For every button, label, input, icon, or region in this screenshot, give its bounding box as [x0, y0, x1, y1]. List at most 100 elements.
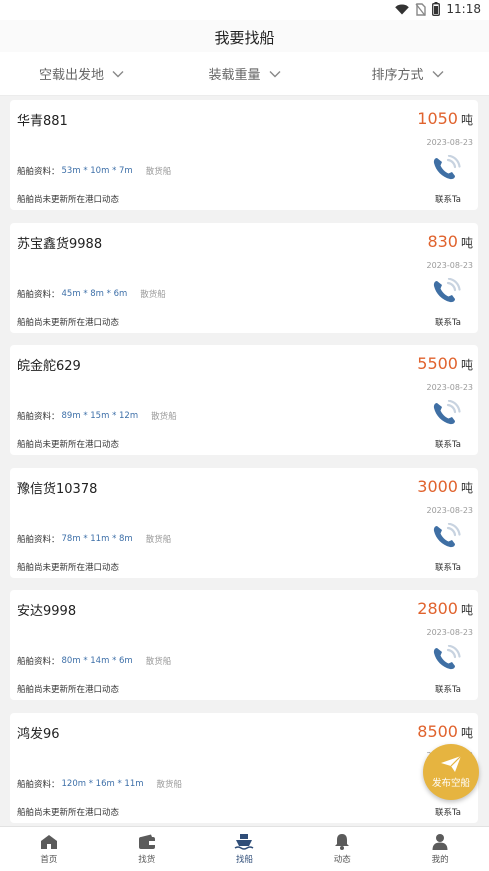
ship-date: 2023-08-23 [426, 505, 474, 515]
filter-departure-label: 空载出发地 [38, 68, 104, 83]
paper-plane-icon [441, 755, 462, 772]
filter-weight-label: 装载重量 [208, 68, 261, 83]
ship-specs: 船舶资料： 89m * 15m * 12m 散货船 [17, 410, 177, 422]
ship-name: 苏宝鑫货9988 [17, 236, 103, 252]
ship-card[interactable]: 皖金舵629 5500 吨 2023-08-23 船舶资料： 89m * 15m * 12… [10, 345, 478, 456]
ship-type: 散货船 [156, 780, 183, 790]
filter-sort-label: 排序方式 [371, 68, 424, 83]
ship-specs: 船舶资料： 80m * 14m * 6m 散货船 [17, 655, 171, 667]
bell-icon [335, 834, 350, 850]
ship-name: 华青881 [17, 114, 68, 129]
ship-port-status: 船舶尚未更新所在港口动态 [17, 440, 120, 451]
phone-icon[interactable] [431, 399, 461, 428]
tab-mine[interactable]: 我的 [391, 827, 489, 871]
ship-weight-value: 8500 [417, 722, 458, 741]
ship-specs: 船舶资料： 120m * 16m * 11m 散货船 [17, 778, 182, 790]
ship-date: 2023-08-23 [426, 628, 474, 638]
ship-weight: 5500 吨 [417, 354, 473, 373]
ship-weight: 3000 吨 [417, 477, 473, 496]
ship-specs-label: 船舶资料： [17, 534, 60, 545]
ship-weight-value: 1050 [417, 109, 458, 128]
ship-card[interactable]: 华青881 1050 吨 2023-08-23 船舶资料： 53m * 10m * 7m 散… [10, 100, 478, 210]
contact-button[interactable]: 联系Ta [435, 561, 461, 573]
ship-specs: 船舶资料： 53m * 10m * 7m 散货船 [17, 165, 171, 177]
battery-icon [432, 2, 441, 16]
ship-weight-unit: 吨 [460, 480, 473, 495]
contact-button[interactable]: 联系Ta [435, 806, 461, 818]
ship-type: 散货船 [151, 412, 177, 423]
wallet-icon [138, 834, 155, 849]
filter-sort[interactable]: 排序方式 [326, 52, 489, 95]
no-sim-icon [415, 2, 427, 16]
ship-type: 散货船 [145, 167, 172, 177]
ship-port-status: 船舶尚未更新所在港口动态 [17, 685, 120, 696]
status-time: 11:18 [446, 2, 481, 16]
ship-weight-value: 830 [427, 231, 458, 251]
ship-card[interactable]: 豫信货10378 3000 吨 2023-08-23 船舶资料： 78m * 11m * … [10, 467, 478, 578]
ship-weight-unit: 吨 [460, 603, 473, 618]
ship-name: 皖金舵629 [17, 359, 81, 375]
ship-card[interactable]: 安达9998 2800 吨 2023-08-23 船舶资料： 80m * 14m * 6m… [10, 590, 478, 701]
ship-weight: 1050 吨 [417, 109, 473, 128]
ship-name: 豫信货10378 [17, 481, 98, 497]
ship-type: 散货船 [145, 534, 172, 545]
contact-button[interactable]: 联系Ta [435, 438, 461, 450]
publish-empty-ship-label: 发布空船 [431, 778, 470, 789]
ship-dimensions: 45m * 8m * 6m [61, 288, 128, 299]
contact-button[interactable]: 联系Ta [435, 193, 461, 205]
ship-specs-label: 船舶资料： [17, 412, 60, 423]
ship-date: 2023-08-23 [426, 260, 474, 270]
wifi-icon [395, 4, 410, 15]
phone-icon[interactable] [431, 154, 461, 183]
tab-find-ship[interactable]: 找船 [196, 827, 294, 871]
ship-specs-label: 船舶资料： [17, 167, 60, 177]
phone-icon[interactable] [431, 277, 461, 306]
tab-home[interactable]: 首页 [0, 827, 98, 871]
ship-specs: 船舶资料： 78m * 11m * 8m 散货船 [17, 533, 171, 545]
ship-date: 2023-08-23 [426, 383, 474, 393]
tab-find-cargo[interactable]: 找货 [98, 827, 196, 871]
ship-weight-value: 2800 [417, 599, 458, 619]
ship-weight: 8500 吨 [417, 722, 473, 741]
chevron-down-icon [432, 70, 443, 77]
page-title: 我要找船 [0, 20, 489, 52]
ship-dimensions: 89m * 15m * 12m [61, 411, 139, 422]
ship-weight-value: 5500 [417, 354, 458, 374]
ship-weight-unit: 吨 [460, 726, 473, 740]
tab-home-label: 首页 [40, 854, 58, 865]
tab-news[interactable]: 动态 [293, 827, 391, 871]
ship-dimensions: 53m * 10m * 7m [61, 166, 133, 176]
tab-news-label: 动态 [333, 855, 351, 865]
status-icons: 11:18 [395, 2, 481, 16]
home-icon [40, 834, 57, 849]
filter-bar: 空载出发地 装载重量 排序方式 [0, 52, 489, 96]
phone-icon[interactable] [431, 522, 461, 551]
user-icon [432, 834, 448, 850]
ship-card[interactable]: 苏宝鑫货9988 830 吨 2023-08-23 船舶资料： 45m * 8m * 6m… [10, 222, 478, 333]
ship-icon [235, 834, 254, 850]
ship-weight-value: 3000 [417, 476, 458, 496]
ship-port-status: 船舶尚未更新所在港口动态 [17, 195, 120, 205]
ship-date: 2023-08-23 [426, 138, 474, 147]
tab-find-cargo-label: 找货 [138, 854, 156, 865]
publish-empty-ship-button[interactable]: 发布空船 [423, 744, 479, 800]
contact-button[interactable]: 联系Ta [435, 316, 461, 328]
ship-port-status: 船舶尚未更新所在港口动态 [17, 562, 120, 573]
filter-departure[interactable]: 空载出发地 [0, 52, 163, 95]
ship-dimensions: 120m * 16m * 11m [61, 779, 144, 789]
chevron-down-icon [269, 70, 280, 77]
ship-weight: 2800 吨 [417, 599, 473, 618]
phone-icon[interactable] [431, 645, 461, 673]
ship-port-status: 船舶尚未更新所在港口动态 [17, 317, 120, 328]
ship-card[interactable]: 鸿发968500吨2023-08-23船舶资料：120m * 16m * 11m… [10, 713, 478, 823]
ship-weight-unit: 吨 [460, 113, 473, 127]
ship-specs: 船舶资料： 45m * 8m * 6m 散货船 [17, 288, 166, 300]
ship-dimensions: 78m * 11m * 8m [61, 533, 133, 544]
ship-weight: 830 吨 [427, 232, 473, 251]
status-bar: 11:18 [0, 0, 489, 20]
ship-weight-unit: 吨 [460, 358, 473, 373]
ship-specs-label: 船舶资料： [17, 657, 60, 668]
ship-name: 鸿发96 [17, 727, 60, 742]
contact-button[interactable]: 联系Ta [435, 683, 461, 695]
filter-weight[interactable]: 装载重量 [163, 52, 326, 95]
